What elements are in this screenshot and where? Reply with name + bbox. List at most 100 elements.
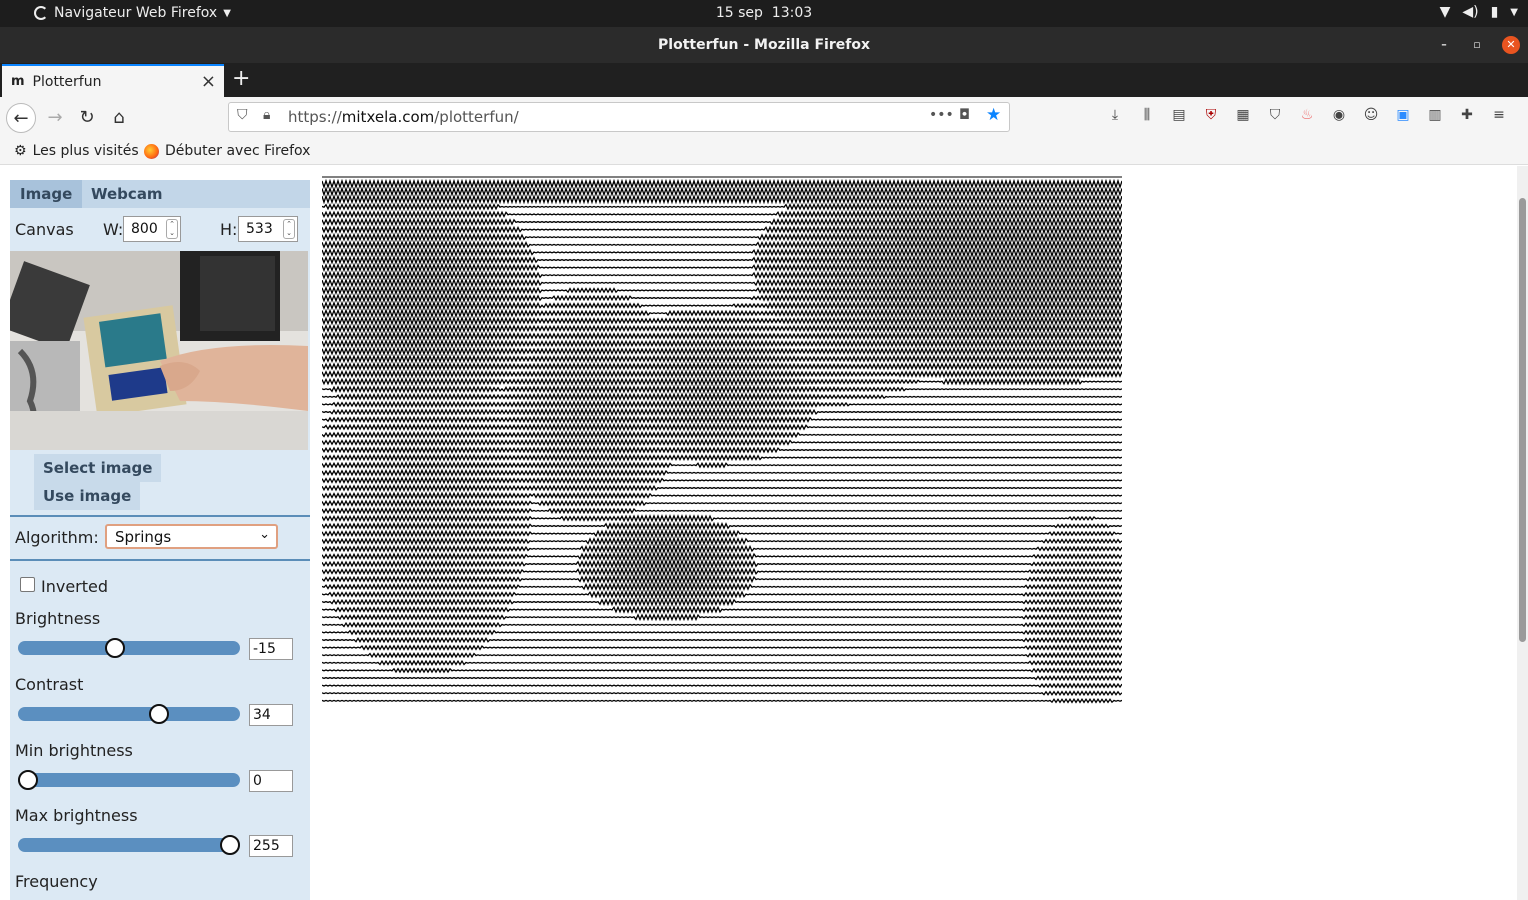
bookmark-star-icon[interactable]: ★ <box>986 105 1001 125</box>
canvas-height-input[interactable]: 533 ⌃ ⌄ <box>238 216 298 242</box>
plot-line <box>322 597 1122 607</box>
divider <box>10 515 310 517</box>
select-image-button[interactable]: Select image <box>34 454 162 482</box>
min-brightness-value-input[interactable]: 0 <box>249 770 293 792</box>
page-scrollbar[interactable] <box>1517 166 1528 900</box>
plot-line <box>322 445 1122 455</box>
pocket-icon[interactable]: ◘ <box>959 107 970 123</box>
plot-line <box>322 384 1122 395</box>
brightness-value-input[interactable]: -15 <box>249 638 293 660</box>
plot-line <box>322 697 1122 704</box>
plot-line <box>322 391 1122 402</box>
canvas-width-value: 800 <box>131 221 158 237</box>
tab-plotterfun[interactable]: m Plotterfun × <box>2 64 224 97</box>
plot-line <box>322 628 1122 637</box>
plot-line <box>322 550 1122 563</box>
source-tabs: Image Webcam <box>10 180 310 208</box>
library-icon[interactable]: ⫼ <box>1138 107 1156 123</box>
account-icon[interactable]: ☺ <box>1362 107 1380 123</box>
url-text[interactable]: https://mitxela.com/plotterfun/ <box>288 108 519 126</box>
volume-icon: ◀) <box>1462 4 1479 20</box>
brightness-label: Brightness <box>15 609 101 628</box>
app-menu-label: Navigateur Web Firefox <box>54 5 218 21</box>
contrast-slider[interactable] <box>18 704 240 724</box>
source-photo <box>10 251 308 450</box>
plot-line <box>322 430 1122 440</box>
tab-image[interactable]: Image <box>10 180 83 208</box>
privacy-badger-icon[interactable]: ⛉ <box>1266 107 1284 123</box>
brightness-slider[interactable] <box>18 638 240 658</box>
barcode-icon[interactable]: ▥ <box>1426 107 1444 123</box>
plot-line <box>322 613 1122 622</box>
plot-output-canvas <box>322 176 1122 704</box>
forward-button[interactable]: → <box>40 103 70 133</box>
extensions-icon[interactable]: ✚ <box>1458 107 1476 123</box>
ublock-icon[interactable]: ⛨ <box>1202 107 1220 123</box>
plot-line <box>322 193 1122 205</box>
system-tray[interactable]: ▼ ◀) ▮ ▼ <box>1440 4 1518 20</box>
firefox-extension-icon[interactable]: ♨ <box>1298 107 1316 123</box>
close-tab-button[interactable]: × <box>201 71 216 92</box>
frequency-label: Frequency <box>15 872 98 891</box>
url-prefix: https:// <box>288 108 342 126</box>
bookmark-most-visited[interactable]: ⚙ Les plus visités <box>14 143 139 159</box>
width-label: W: <box>103 220 124 239</box>
width-spinner[interactable]: ⌃ ⌄ <box>166 219 178 239</box>
plot-line <box>322 422 1122 432</box>
favicon-icon: m <box>11 74 25 89</box>
lock-icon[interactable]: 🔒︎ <box>263 107 270 123</box>
max-brightness-slider-handle[interactable] <box>220 835 240 855</box>
max-brightness-slider[interactable] <box>18 835 240 855</box>
close-window-button[interactable]: ✕ <box>1502 36 1520 54</box>
contrast-slider-handle[interactable] <box>149 704 169 724</box>
min-brightness-label: Min brightness <box>15 741 133 760</box>
max-brightness-value-input[interactable]: 255 <box>249 835 293 857</box>
plot-line <box>322 581 1122 593</box>
zoom-icon[interactable]: ▣ <box>1394 107 1412 123</box>
brightness-slider-handle[interactable] <box>105 638 125 658</box>
plot-line <box>322 521 1122 531</box>
maximize-button[interactable]: ▫ <box>1468 36 1486 54</box>
algorithm-select[interactable]: Springs ⌄ <box>105 524 278 549</box>
sync-icon[interactable]: ◉ <box>1330 107 1348 123</box>
plot-line <box>322 353 1122 364</box>
tab-webcam[interactable]: Webcam <box>81 180 173 208</box>
plot-line <box>322 178 1122 190</box>
plot-line <box>322 643 1122 652</box>
plot-line <box>322 535 1122 547</box>
gear-icon: ⚙ <box>14 143 27 159</box>
home-button[interactable]: ⌂ <box>104 103 134 133</box>
new-tab-button[interactable]: + <box>232 66 250 91</box>
plot-line <box>322 415 1122 425</box>
extension-icon[interactable]: ▦ <box>1234 107 1252 123</box>
scrollbar-thumb[interactable] <box>1519 198 1526 642</box>
plot-line <box>322 667 1122 674</box>
min-brightness-slider[interactable] <box>18 770 240 790</box>
minimize-button[interactable]: – <box>1435 36 1453 54</box>
canvas-width-input[interactable]: 800 ⌃ ⌄ <box>123 216 181 242</box>
sidebar-icon[interactable]: ▤ <box>1170 107 1188 123</box>
min-brightness-slider-handle[interactable] <box>18 770 38 790</box>
plot-line <box>322 437 1122 447</box>
back-button[interactable]: ← <box>6 103 36 133</box>
shield-icon[interactable]: ⛉ <box>237 107 248 123</box>
plot-line <box>322 315 1122 327</box>
url-bar[interactable]: ⛉ 🔒︎ https://mitxela.com/plotterfun/ •••… <box>228 102 1010 132</box>
app-menu[interactable]: Navigateur Web Firefox ▼ <box>34 5 231 21</box>
menu-icon[interactable]: ≡ <box>1490 107 1508 123</box>
page-actions-button[interactable]: ••• <box>929 107 954 123</box>
plot-line <box>322 498 1122 508</box>
height-spinner[interactable]: ⌃ ⌄ <box>283 219 295 239</box>
firefox-icon <box>144 143 159 159</box>
inverted-checkbox[interactable] <box>20 577 35 592</box>
tab-strip: m Plotterfun × + <box>0 63 1528 97</box>
plot-line <box>322 558 1122 570</box>
firefox-icon <box>34 6 48 20</box>
reload-button[interactable]: ↻ <box>72 103 102 133</box>
use-image-button[interactable]: Use image <box>34 482 141 510</box>
contrast-value-input[interactable]: 34 <box>249 704 293 726</box>
download-icon[interactable]: ⤓ <box>1106 107 1124 123</box>
divider <box>10 559 310 561</box>
bookmark-getting-started[interactable]: Débuter avec Firefox <box>144 143 310 159</box>
plot-line <box>322 483 1122 493</box>
